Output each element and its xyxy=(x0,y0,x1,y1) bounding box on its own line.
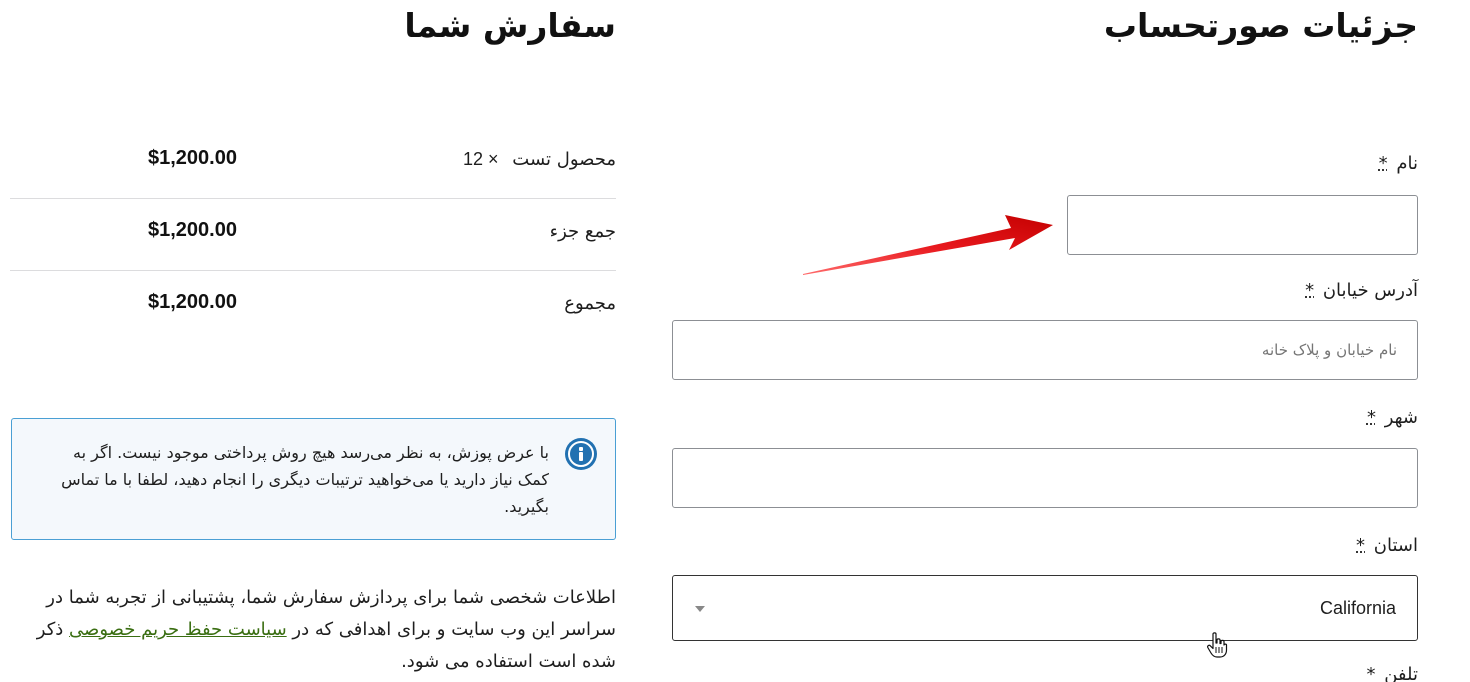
required-mark: * xyxy=(1356,535,1366,556)
subtotal-label: جمع جزء xyxy=(549,221,616,242)
state-select[interactable]: California xyxy=(672,575,1418,641)
billing-title: جزئیات صورتحساب xyxy=(1103,6,1418,45)
product-name-text: محصول تست xyxy=(512,149,616,170)
first-name-label-text: نام xyxy=(1396,153,1418,174)
info-icon xyxy=(565,438,597,470)
total-row: مجموع $1,200.00 xyxy=(10,271,616,343)
notice-text: با عرض پوزش، به نظر می‌رسد هیچ روش پرداخ… xyxy=(61,443,549,516)
total-price: $1,200.00 xyxy=(148,291,237,313)
privacy-policy-link[interactable]: سیاست حفظ حریم خصوصی xyxy=(69,619,287,640)
subtotal-price: $1,200.00 xyxy=(148,219,237,241)
phone-label-text: تلفن xyxy=(1384,664,1418,682)
state-selected-value: California xyxy=(1319,598,1396,618)
required-mark: * xyxy=(1366,407,1376,428)
required-mark: * xyxy=(1305,280,1315,301)
privacy-text: اطلاعات شخصی شما برای پردازش سفارش شما، … xyxy=(15,582,616,678)
street-address-input[interactable] xyxy=(672,320,1418,380)
chevron-down-icon xyxy=(695,606,705,612)
first-name-input[interactable] xyxy=(1067,195,1418,255)
city-input[interactable] xyxy=(672,448,1418,508)
hand-pointer-icon xyxy=(1207,632,1228,658)
state-label-text: استان xyxy=(1373,535,1418,556)
order-title: سفارش شما xyxy=(404,6,616,45)
city-label-text: شهر xyxy=(1384,407,1418,428)
red-arrow-annotation xyxy=(803,215,1053,275)
phone-label: تلفن * xyxy=(1366,664,1418,682)
product-quantity: × 12 xyxy=(463,149,499,169)
total-label: مجموع xyxy=(564,293,616,314)
state-label: استان * xyxy=(1356,535,1418,556)
street-address-label: آدرس خیابان * xyxy=(1305,280,1418,301)
product-name: محصول تست × 12 xyxy=(463,149,616,170)
street-address-label-text: آدرس خیابان xyxy=(1322,280,1418,301)
required-mark: * xyxy=(1366,664,1376,682)
subtotal-row: جمع جزء $1,200.00 xyxy=(10,199,616,271)
required-mark: * xyxy=(1378,153,1388,174)
first-name-label: نام * xyxy=(1379,153,1418,174)
city-label: شهر * xyxy=(1367,407,1418,428)
order-item-row: محصول تست × 12 $1,200.00 xyxy=(10,127,616,199)
product-price: $1,200.00 xyxy=(148,147,237,169)
no-payment-notice: با عرض پوزش، به نظر می‌رسد هیچ روش پرداخ… xyxy=(11,418,616,540)
